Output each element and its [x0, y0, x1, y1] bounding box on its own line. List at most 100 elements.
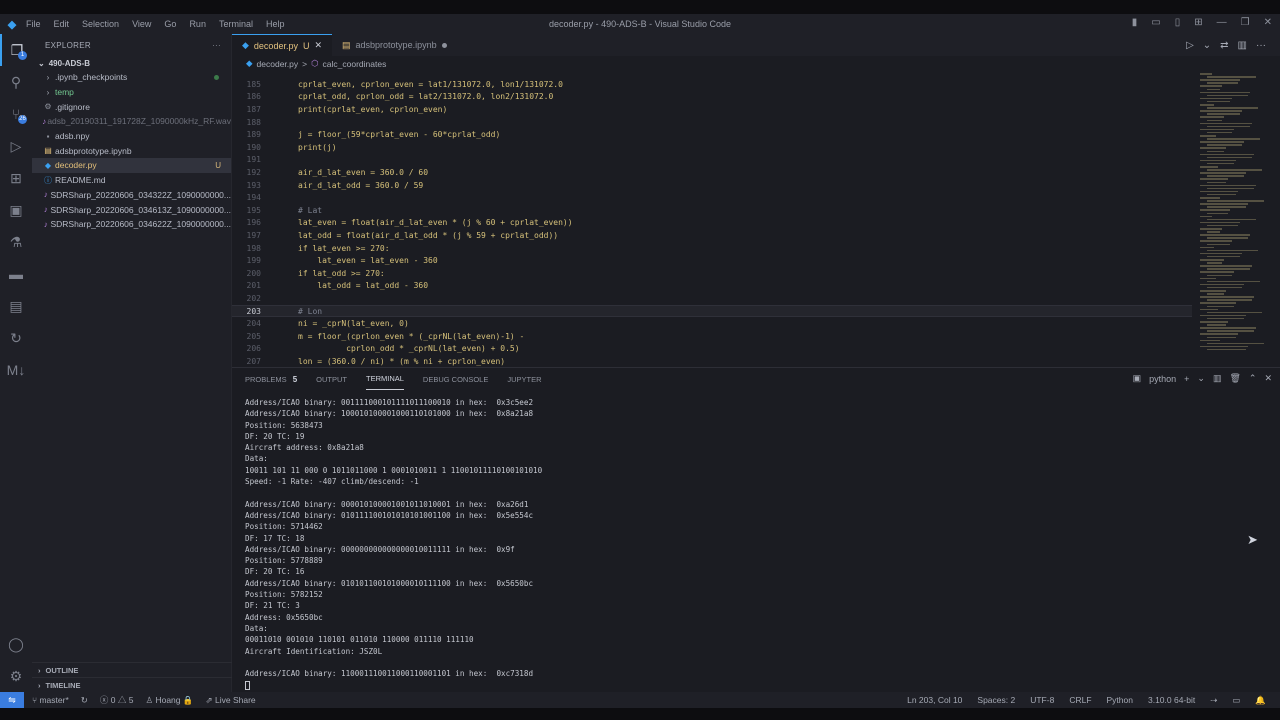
remote-explorer-icon[interactable]: ▣ [0, 194, 32, 226]
terminal-shell-name[interactable]: python [1149, 374, 1176, 384]
live-share-icon[interactable]: ↻ [0, 322, 32, 354]
indentation[interactable]: Spaces: 2 [977, 695, 1015, 705]
breadcrumb-file[interactable]: decoder.py [257, 59, 299, 69]
testing-icon[interactable]: ⚗ [0, 226, 32, 258]
layout-icon[interactable]: ▭ [1232, 695, 1240, 706]
menu-item-run[interactable]: Run [189, 19, 206, 29]
unsaved-dot-icon[interactable] [441, 42, 447, 48]
tab-debug-console[interactable]: DEBUG CONSOLE [423, 368, 488, 390]
encoding[interactable]: UTF-8 [1030, 695, 1054, 705]
tab-terminal[interactable]: TERMINAL [365, 368, 404, 390]
chevron-down-icon[interactable]: ⌄ [1197, 373, 1205, 384]
file-item[interactable]: ♪ SDRSharp_20220606_034322Z_1090000000... [32, 188, 231, 203]
end-of-line[interactable]: CRLF [1069, 695, 1091, 705]
menu-item-terminal[interactable]: Terminal [219, 19, 253, 29]
source-control-icon[interactable]: ⑂ 26 [0, 98, 32, 130]
language-mode[interactable]: Python [1107, 695, 1133, 705]
code-line[interactable]: 206 cprlon_odd * _cprNL(lat_even) + 0.5) [232, 343, 1192, 356]
code-line[interactable]: 196 lat_even = float(air_d_lat_even * (j … [232, 217, 1192, 230]
toggle-panel-icon[interactable]: ▭ [1151, 17, 1160, 28]
file-item[interactable]: › .ipynb_checkpoints [32, 70, 231, 85]
code-line[interactable]: 187 print(cprlat_even, cprlon_even) [232, 103, 1192, 116]
tab-jupyter[interactable]: JUPYTER [507, 368, 541, 390]
problems-status[interactable]: ⓧ 0 △ 5 [100, 694, 134, 706]
code-line[interactable]: 207 lon = (360.0 / ni) * (m % ni + cprlon… [232, 355, 1192, 367]
code-line[interactable]: 202 [232, 292, 1192, 305]
code-line[interactable]: 192 air_d_lat_even = 360.0 / 60 [232, 166, 1192, 179]
run-python-file-icon[interactable]: ▷ [1186, 40, 1194, 51]
code-line[interactable]: 195 # Lat [232, 204, 1192, 217]
code-line[interactable]: 205 m = floor_(cprlon_even * (_cprNL(lat_… [232, 330, 1192, 343]
split-terminal-icon[interactable]: ▥ [1213, 373, 1222, 384]
code-line[interactable]: 203 # Lon [232, 304, 1192, 318]
code-line[interactable]: 185 cprlat_even, cprlon_even = lat1/13107… [232, 78, 1192, 91]
markdown-icon[interactable]: M↓ [0, 354, 32, 386]
feedback-icon[interactable]: ⇢ [1210, 695, 1217, 706]
file-item[interactable]: ♪ SDRSharp_20220606_034622Z_1090000000... [32, 217, 231, 232]
maximize-panel-icon[interactable]: ⌃ [1249, 373, 1257, 384]
code-line[interactable]: 188 [232, 116, 1192, 129]
search-icon[interactable]: ⚲ [0, 66, 32, 98]
code-line[interactable]: 191 [232, 154, 1192, 167]
sync-icon[interactable]: ↻ [81, 695, 88, 706]
menu-item-edit[interactable]: Edit [54, 19, 70, 29]
menu-item-file[interactable]: File [26, 19, 41, 29]
code-line[interactable]: 198 if lat_even >= 270: [232, 242, 1192, 255]
code-line[interactable]: 200 if lat_odd >= 270: [232, 267, 1192, 280]
tab-output[interactable]: OUTPUT [316, 368, 347, 390]
terminal-output[interactable]: Address/ICAO binary: 0011110001011110111… [245, 397, 1275, 691]
toggle-secondary-sidebar-icon[interactable]: ▯ [1175, 17, 1181, 28]
menu-item-help[interactable]: Help [266, 19, 285, 29]
file-item[interactable]: › temp [32, 85, 231, 100]
more-actions-icon[interactable]: ··· [212, 41, 221, 50]
kill-terminal-icon[interactable]: 🗑 [1229, 373, 1240, 384]
settings-gear-icon[interactable]: ⚙ [0, 660, 32, 692]
terminal-prompt[interactable] [245, 679, 1275, 690]
menu-item-selection[interactable]: Selection [82, 19, 119, 29]
extensions-icon[interactable]: ⊞ [0, 162, 32, 194]
terminal-icon[interactable]: ▤ [0, 290, 32, 322]
live-share-status[interactable]: ⇗ Live Share [206, 695, 256, 706]
tab-adsbprototype-ipynb[interactable]: ▤ adsbprototype.ipynb [332, 34, 457, 56]
new-terminal-icon[interactable]: + [1184, 374, 1189, 384]
remote-indicator-icon[interactable]: ⇋ [0, 692, 24, 708]
outline-section[interactable]: › OUTLINE [32, 662, 232, 677]
close-panel-icon[interactable]: ✕ [1264, 373, 1272, 384]
code-line[interactable]: 201 lat_odd = lat_odd - 360 [232, 280, 1192, 293]
close-window-button[interactable]: ✕ [1264, 17, 1272, 28]
file-item[interactable]: ♪ adsb_20190311_191728Z_1090000kHz_RF.wav [32, 114, 231, 129]
open-changes-icon[interactable]: ⇄ [1220, 40, 1228, 51]
code-line[interactable]: 204 ni = _cprN(lat_even, 0) [232, 317, 1192, 330]
breadcrumb-symbol[interactable]: calc_coordinates [323, 59, 387, 69]
python-interpreter[interactable]: 3.10.0 64-bit [1148, 695, 1195, 705]
maximize-button[interactable]: ❐ [1241, 17, 1250, 28]
minimize-button[interactable]: — [1217, 17, 1227, 28]
tab-problems[interactable]: PROBLEMS 5 [245, 368, 297, 390]
cursor-position[interactable]: Ln 203, Col 10 [907, 695, 962, 705]
menu-item-view[interactable]: View [132, 19, 151, 29]
file-item[interactable]: ♪ SDRSharp_20220606_034613Z_1090000000... [32, 202, 231, 217]
code-line[interactable]: 193 air_d_lat_odd = 360.0 / 59 [232, 179, 1192, 192]
menu-item-go[interactable]: Go [164, 19, 176, 29]
customize-layout-icon[interactable]: ⊞ [1194, 17, 1202, 28]
code-line[interactable]: 199 lat_even = lat_even - 360 [232, 254, 1192, 267]
close-tab-icon[interactable]: ✕ [314, 40, 322, 51]
file-item[interactable]: ◆ decoder.py U [32, 158, 231, 173]
code-line[interactable]: 189 j = floor_(59*cprlat_even - 60*cprlat… [232, 128, 1192, 141]
file-item[interactable]: ⓘ README.md [32, 173, 231, 188]
file-item[interactable]: ▪ adsb.npy [32, 129, 231, 144]
more-actions-icon[interactable]: ··· [1256, 40, 1266, 51]
chevron-down-icon[interactable]: ⌄ [1203, 40, 1211, 51]
code-line[interactable]: 186 cprlat_odd, cprlon_odd = lat2/131072.… [232, 91, 1192, 104]
minimap[interactable] [1192, 71, 1280, 367]
code-line[interactable]: 190 print(j) [232, 141, 1192, 154]
timeline-section[interactable]: › TIMELINE [32, 677, 232, 692]
code-line[interactable]: 197 lat_odd = float(air_d_lat_odd * (j % … [232, 229, 1192, 242]
file-item[interactable]: ⚙ .gitignore [32, 99, 231, 114]
split-editor-icon[interactable]: ▥ [1238, 40, 1247, 51]
code-line[interactable]: 194 [232, 191, 1192, 204]
file-item[interactable]: ▤ adsbprototype.ipynb [32, 143, 231, 158]
project-folder[interactable]: ⌄ 490-ADS-B [32, 56, 231, 70]
explorer-icon[interactable]: ❐ 1 [0, 34, 32, 66]
branch-status[interactable]: ⑂ master* [32, 695, 69, 705]
